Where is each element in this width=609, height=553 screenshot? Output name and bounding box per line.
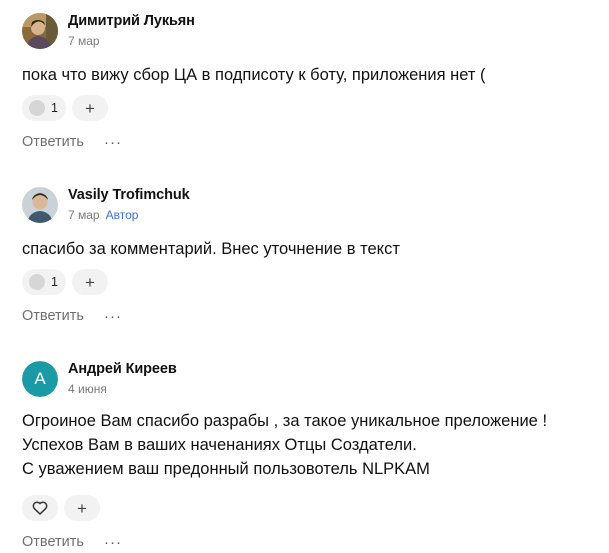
reaction-emoji-icon [29, 100, 45, 116]
comment-date: 4 июня [68, 382, 107, 396]
avatar-photo-icon [22, 13, 58, 49]
author-name[interactable]: Vasily Trofimchuk [68, 187, 190, 203]
avatar[interactable] [22, 13, 58, 49]
comment: Vasily Trofimchuk 7 мар Автор спасибо за … [22, 187, 599, 327]
comment: А Андрей Киреев 4 июня Огроиное Вам спас… [22, 361, 599, 551]
reactions-bar: 1 + [22, 269, 108, 295]
comment-actions: Ответить ··· [22, 134, 122, 150]
avatar[interactable]: А [22, 361, 58, 397]
reply-button[interactable]: Ответить [22, 134, 84, 150]
reaction-emoji-icon [29, 274, 45, 290]
comment-text: пока что вижу сбор ЦА в подписоту к боту… [22, 63, 486, 87]
avatar-photo-icon [22, 187, 58, 223]
comment-actions: Ответить ··· [22, 308, 122, 324]
plus-icon: + [84, 272, 95, 292]
more-dots-icon[interactable]: ··· [104, 309, 122, 324]
comment-date: 7 мар [68, 34, 100, 48]
comment-text-line: С уважением ваш предонный пользовотель N… [22, 460, 430, 478]
avatar-letter: А [22, 361, 58, 397]
like-button[interactable] [22, 495, 58, 521]
comment-text: Огроиное Вам спасибо разрабы , за такое … [22, 409, 547, 481]
comment-meta: 4 июня [68, 382, 107, 396]
reply-button[interactable]: Ответить [22, 308, 84, 324]
comment-text-line: Огроиное Вам спасибо разрабы , за такое … [22, 412, 548, 430]
add-reaction-button[interactable]: + [64, 495, 100, 521]
comment-text: спасибо за комментарий. Внес уточнение в… [22, 237, 400, 261]
heart-icon [32, 501, 48, 515]
reactions-bar: 1 + [22, 95, 108, 121]
comment-meta: 7 мар Автор [68, 208, 138, 222]
comment-meta: 7 мар [68, 34, 100, 48]
reaction-count: 1 [51, 275, 58, 289]
comment-date: 7 мар [68, 208, 100, 222]
author-name[interactable]: Димитрий Лукьян [68, 13, 195, 29]
plus-icon: + [84, 98, 95, 118]
plus-icon: + [77, 498, 87, 518]
more-dots-icon[interactable]: ··· [104, 135, 122, 150]
reaction-button[interactable]: 1 [22, 269, 66, 295]
avatar[interactable] [22, 187, 58, 223]
comment-text-line: пока что вижу сбор ЦА в подписоту к боту… [22, 66, 486, 84]
comment: Димитрий Лукьян 7 мар пока что вижу сбор… [22, 13, 599, 153]
comment-actions: Ответить ··· [22, 534, 122, 550]
reactions-bar: + [22, 495, 100, 521]
comment-text-line: Успехов Вам в ваших наченаниях Отцы Созд… [22, 436, 417, 454]
more-dots-icon[interactable]: ··· [104, 535, 122, 550]
reaction-button[interactable]: 1 [22, 95, 66, 121]
author-badge[interactable]: Автор [106, 208, 139, 222]
reaction-count: 1 [51, 101, 58, 115]
add-reaction-button[interactable]: + [71, 269, 108, 295]
reply-button[interactable]: Ответить [22, 534, 84, 550]
comment-text-line: спасибо за комментарий. Внес уточнение в… [22, 240, 400, 258]
add-reaction-button[interactable]: + [71, 95, 108, 121]
author-name[interactable]: Андрей Киреев [68, 361, 177, 377]
